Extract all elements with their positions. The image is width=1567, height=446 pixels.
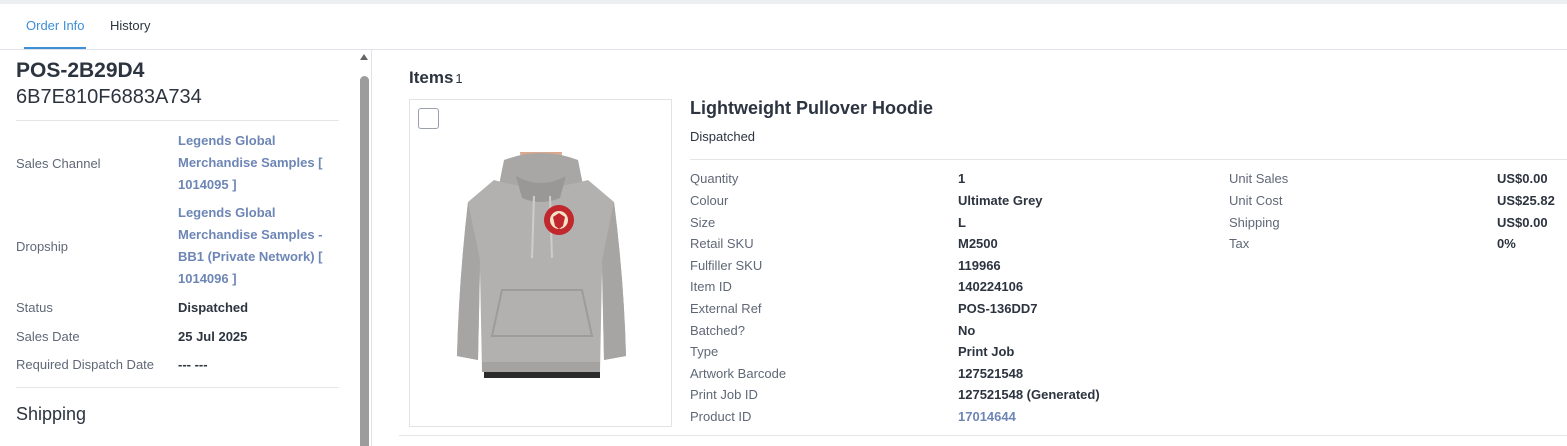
scrollbar[interactable]	[358, 50, 372, 446]
cost-value: US$25.82	[1497, 193, 1555, 208]
detail-label: Item ID	[690, 279, 732, 294]
order-reference: POS-2B29D4	[16, 59, 145, 82]
divider	[690, 159, 1567, 160]
dropship-line: Legends Global	[178, 205, 276, 220]
detail-label: Fulfiller SKU	[690, 258, 763, 273]
detail-value: 140224106	[958, 279, 1024, 294]
cost-value: US$0.00	[1497, 171, 1548, 186]
detail-value: Ultimate Grey	[958, 193, 1043, 208]
product-title: Lightweight Pullover Hoodie	[690, 98, 933, 118]
cost-label: Shipping	[1229, 215, 1280, 230]
order-id: 6B7E810F6883A734	[16, 86, 202, 108]
status-label: Status	[16, 300, 53, 315]
detail-label: Colour	[690, 193, 729, 208]
items-heading: Items 1	[409, 68, 463, 88]
detail-value: 127521548 (Generated)	[958, 387, 1100, 402]
status-value: Dispatched	[178, 300, 249, 315]
order-summary-panel: POS-2B29D4 6B7E810F6883A734 Sales Channe…	[0, 50, 372, 446]
detail-label: Product ID	[690, 409, 752, 424]
detail-label: Size	[690, 215, 716, 230]
active-tab-indicator	[24, 47, 86, 49]
scroll-up-arrow-icon[interactable]	[360, 54, 368, 60]
scrollbar-thumb[interactable]	[360, 76, 369, 446]
detail-label: Print Job ID	[690, 387, 758, 402]
divider	[16, 120, 339, 121]
items-title: Items	[409, 68, 454, 87]
tab-bar: Order Info History	[0, 4, 1567, 50]
dropship-link[interactable]: Legends Global Merchandise Samples - BB1…	[178, 202, 328, 290]
cost-label: Tax	[1229, 236, 1250, 251]
cost-value: US$0.00	[1497, 215, 1548, 230]
cost-label: Unit Sales	[1229, 171, 1289, 186]
detail-label: Type	[690, 344, 719, 359]
dropship-label: Dropship	[16, 239, 69, 254]
detail-value: 127521548	[958, 366, 1024, 381]
item-select-checkbox[interactable]	[418, 108, 439, 129]
detail-value: M2500	[958, 236, 998, 251]
sales-channel-line: Merchandise Samples [	[178, 155, 323, 170]
sales-date-label: Sales Date	[16, 329, 80, 344]
divider	[399, 435, 1567, 436]
detail-value: 1	[958, 171, 966, 186]
product-image-card	[409, 99, 672, 427]
items-panel: Items 1 Lightweight Pullover Hoodie Disp…	[373, 50, 1567, 446]
detail-value: No	[958, 323, 976, 338]
dropship-line: 1014096 ]	[178, 271, 237, 286]
sales-channel-link[interactable]: Legends Global Merchandise Samples [ 101…	[178, 130, 328, 196]
detail-label: Quantity	[690, 171, 739, 186]
detail-value: 119966	[958, 258, 1001, 273]
cost-label: Unit Cost	[1229, 193, 1283, 208]
detail-label: Artwork Barcode	[690, 366, 787, 381]
detail-value: POS-136DD7	[958, 301, 1038, 316]
detail-label: Retail SKU	[690, 236, 754, 251]
sales-channel-line: 1014095 ]	[178, 177, 237, 192]
tab-history[interactable]: History	[110, 18, 150, 33]
dropship-line: Merchandise Samples -	[178, 227, 323, 242]
required-dispatch-date-value: --- ---	[178, 357, 208, 372]
dropship-line: BB1 (Private Network) [	[178, 249, 323, 264]
hoodie-product-image	[457, 152, 626, 378]
detail-label: External Ref	[690, 301, 762, 316]
detail-value: Print Job	[958, 344, 1015, 359]
sales-channel-label: Sales Channel	[16, 156, 101, 171]
items-count: 1	[455, 71, 463, 86]
detail-label: Batched?	[690, 323, 745, 338]
required-dispatch-date-label: Required Dispatch Date	[16, 357, 155, 372]
shipping-section-title: Shipping	[16, 404, 87, 424]
tab-order-info[interactable]: Order Info	[26, 18, 85, 33]
product-id-link[interactable]: 17014644	[958, 409, 1016, 424]
sales-channel-line: Legends Global	[178, 133, 276, 148]
divider	[16, 387, 339, 388]
sales-date-value: 25 Jul 2025	[178, 329, 248, 344]
detail-value: L	[958, 215, 966, 230]
product-status: Dispatched	[690, 129, 756, 144]
cost-value: 0%	[1497, 236, 1516, 251]
